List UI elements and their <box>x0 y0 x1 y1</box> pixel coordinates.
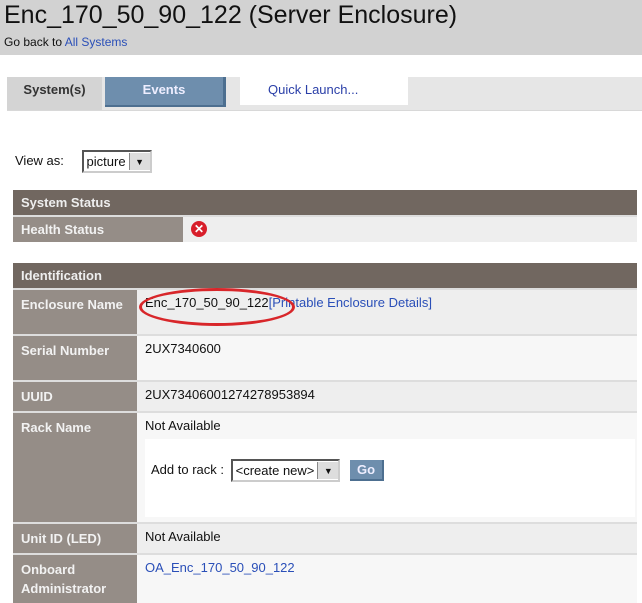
serial-value: 2UX7340600 <box>137 334 637 381</box>
page-header: Enc_170_50_90_122 (Server Enclosure) Go … <box>0 0 642 55</box>
oa-link[interactable]: OA_Enc_170_50_90_122 <box>145 560 295 575</box>
tab-systems[interactable]: System(s) <box>7 77 102 110</box>
uuid-label: UUID <box>13 380 137 412</box>
chevron-down-icon: ▼ <box>128 153 150 170</box>
unit-id-value: Not Available <box>137 522 637 554</box>
health-status-label: Health Status <box>13 215 183 242</box>
rack-select-value: <create new> <box>235 463 315 478</box>
all-systems-link[interactable]: All Systems <box>65 35 128 49</box>
view-as-select[interactable]: picture ▼ <box>81 150 152 173</box>
view-as-value: picture <box>86 154 126 169</box>
tab-events[interactable]: Events <box>105 77 226 107</box>
tab-bar: System(s) Events Quick Launch... <box>7 77 642 111</box>
oa-label: Onboard Administrator <box>13 553 137 603</box>
unit-id-label: Unit ID (LED) <box>13 522 137 554</box>
view-as: View as: picture ▼ <box>15 150 152 173</box>
rack-select[interactable]: <create new> ▼ <box>230 459 341 482</box>
chevron-down-icon: ▼ <box>317 462 339 479</box>
page-title: Enc_170_50_90_122 (Server Enclosure) <box>4 1 458 29</box>
view-as-label: View as: <box>15 152 64 168</box>
rack-value: Not Available <box>145 418 221 433</box>
error-icon: ✕ <box>191 221 207 237</box>
tab-quick-launch[interactable]: Quick Launch... <box>240 77 408 105</box>
add-to-rack-form: Add to rack : <create new> ▼ Go <box>145 439 635 517</box>
back-prefix: Go back to <box>4 35 63 49</box>
breadcrumb: Go back to All Systems <box>4 35 127 49</box>
rack-label: Rack Name <box>13 411 137 523</box>
serial-label: Serial Number <box>13 334 137 381</box>
identification-table: Identification Enclosure Name Enc_170_50… <box>13 263 637 603</box>
system-status-table: System Status Health Status ✕ <box>13 190 637 242</box>
enclosure-name-label: Enclosure Name <box>13 288 137 335</box>
uuid-value: 2UX73406001274278953894 <box>137 380 637 412</box>
add-to-rack-label: Add to rack : <box>151 461 224 477</box>
highlight-circle <box>139 288 295 326</box>
identification-title: Identification <box>13 263 637 289</box>
go-button[interactable]: Go <box>350 459 385 481</box>
system-status-title: System Status <box>13 190 637 216</box>
